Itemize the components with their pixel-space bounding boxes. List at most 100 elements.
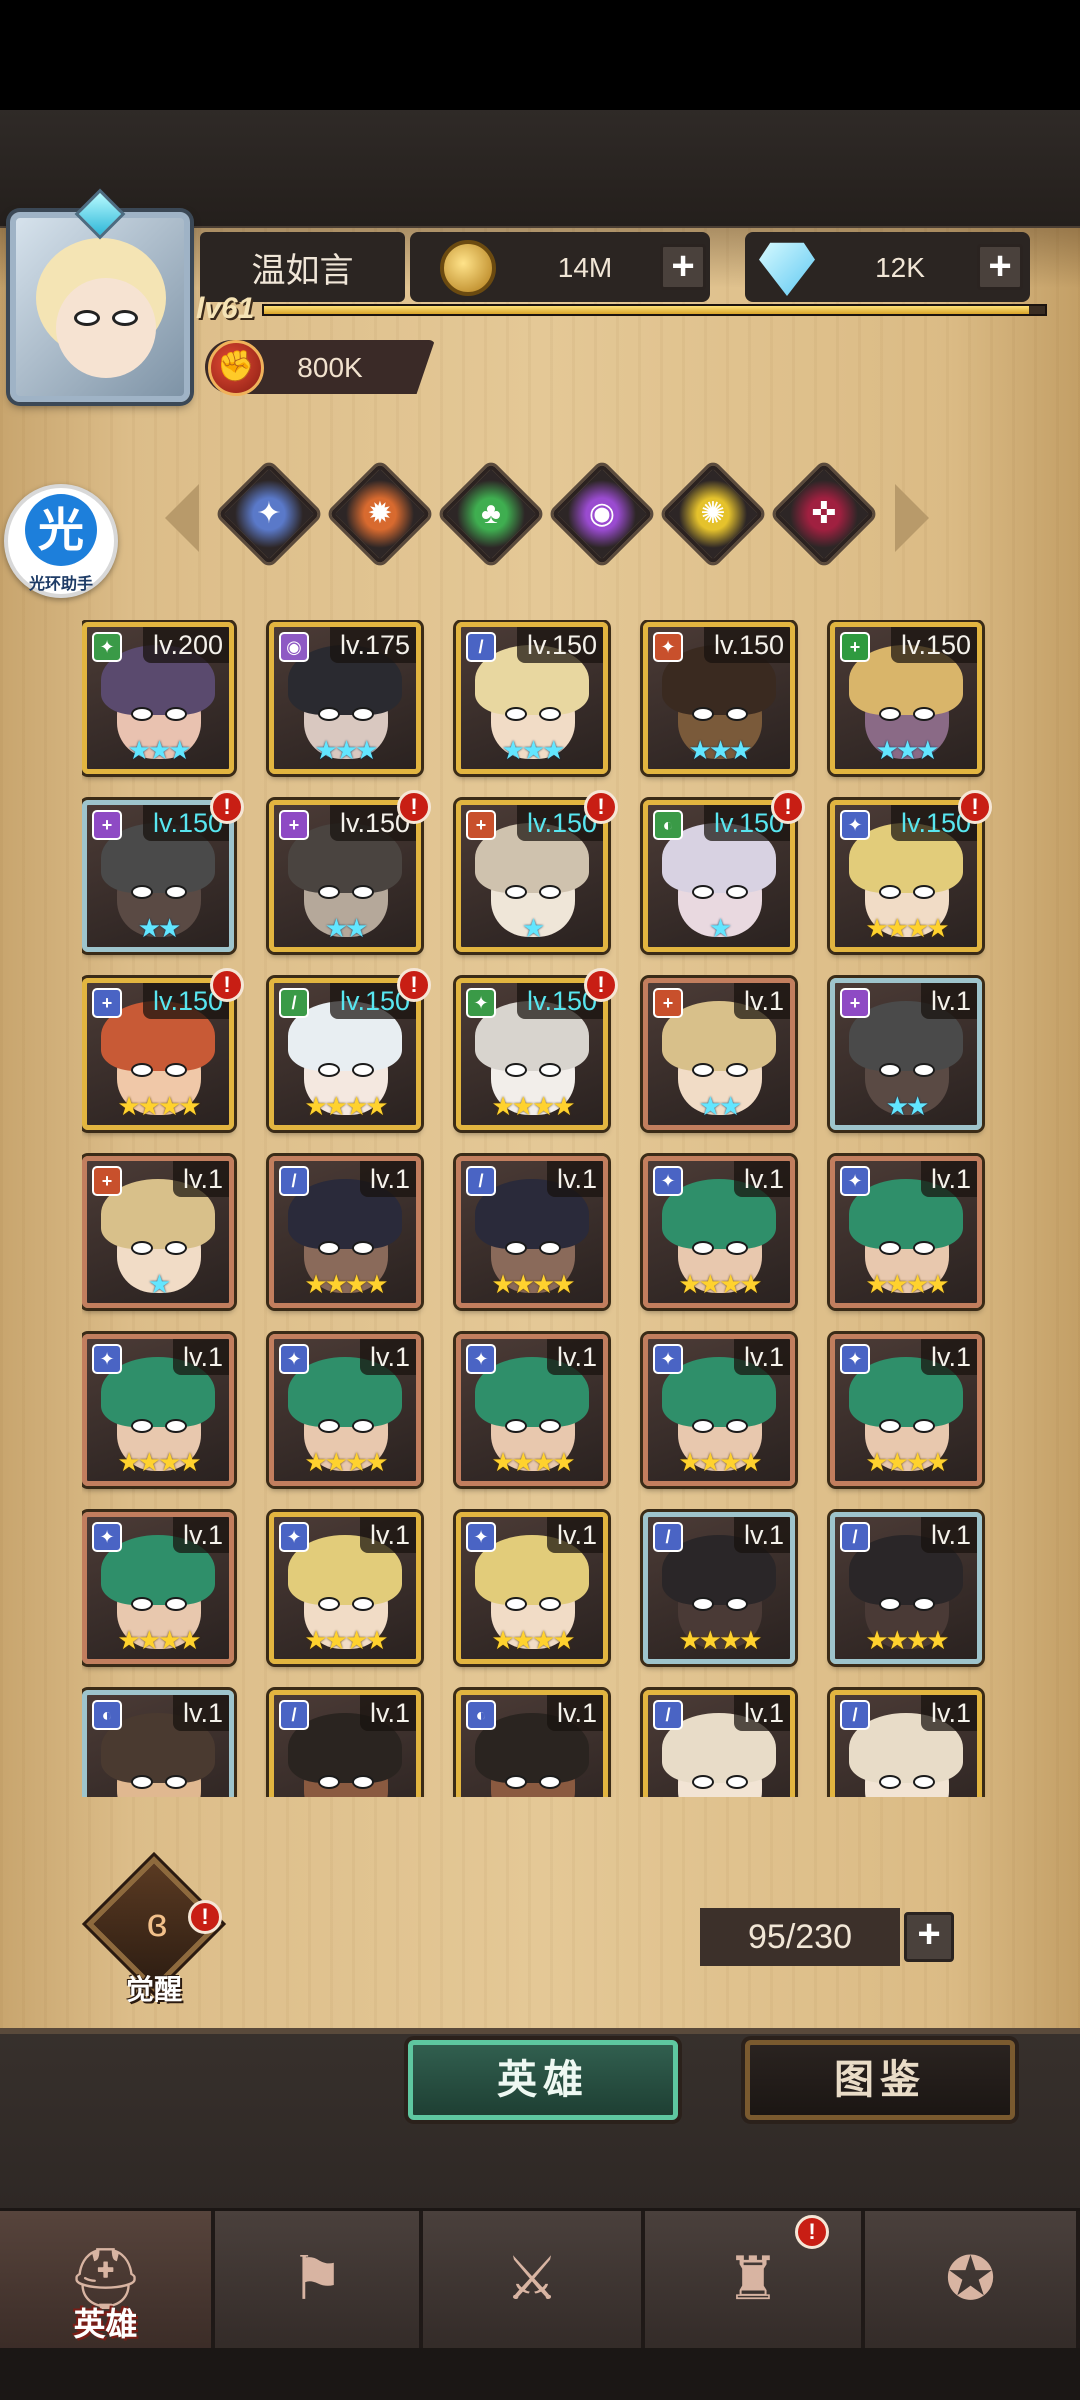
- hero-card[interactable]: + lv.1 ★: [82, 1156, 234, 1308]
- hero-card[interactable]: ✦ lv.150 ★★★: [643, 622, 795, 774]
- hero-stars: ★★★★: [865, 913, 949, 943]
- hero-eye: [165, 1419, 187, 1433]
- hero-card[interactable]: ◐ lv.150 ★: [643, 800, 795, 952]
- nav-item[interactable]: ✪: [865, 2211, 1080, 2351]
- hero-eye: [879, 885, 901, 899]
- hero-card[interactable]: + lv.150 ★★★: [830, 622, 982, 774]
- hero-eye: [505, 1775, 527, 1789]
- awaken-button[interactable]: ɞ ! 觉醒: [86, 1856, 222, 2012]
- hero-card[interactable]: / lv.1: [830, 1690, 982, 1797]
- filter-left-arrow-icon[interactable]: [165, 484, 199, 552]
- nav-item[interactable]: ⚑: [215, 2211, 423, 2351]
- hero-alert-badge: !: [397, 968, 431, 1002]
- hero-card[interactable]: ✦ lv.1 ★★★★: [830, 1156, 982, 1308]
- class-filter-4-icon[interactable]: ◉: [551, 463, 653, 565]
- class-filter-5-icon[interactable]: ✺: [662, 463, 764, 565]
- gold-coin-icon: [440, 240, 496, 296]
- hero-card[interactable]: / lv.1 ★★★★: [456, 1156, 608, 1308]
- hero-stars: ★★★★: [304, 1091, 388, 1121]
- hero-card[interactable]: / lv.1: [269, 1690, 421, 1797]
- class-filter-6-icon[interactable]: ✜: [773, 463, 875, 565]
- hero-stars: ★★★★: [865, 1625, 949, 1655]
- hero-card[interactable]: ✦ lv.1 ★★★★: [456, 1512, 608, 1664]
- hero-card[interactable]: ◐ lv.1: [456, 1690, 608, 1797]
- xp-bar: [262, 304, 1047, 316]
- hero-card[interactable]: + lv.1 ★★: [643, 978, 795, 1130]
- filter-right-arrow-icon[interactable]: [895, 484, 929, 552]
- hero-card[interactable]: ✦ lv.150 ★★★★: [456, 978, 608, 1130]
- tab-codex[interactable]: 图鉴: [745, 2040, 1015, 2120]
- helper-label: 光环助手: [28, 576, 93, 593]
- hero-alert-badge: !: [958, 790, 992, 824]
- hero-eye: [131, 1241, 153, 1255]
- hero-card[interactable]: ✦ lv.1 ★★★★: [643, 1334, 795, 1486]
- hero-card[interactable]: ✦ lv.1 ★★★★: [643, 1156, 795, 1308]
- filter-glyph: ✺: [700, 497, 726, 530]
- nav-item[interactable]: ⛑ 英雄: [0, 2211, 215, 2351]
- hero-card[interactable]: ✦ lv.1 ★★★★: [82, 1512, 234, 1664]
- filter-glyph: ✜: [811, 497, 837, 530]
- hero-eye: [165, 1775, 187, 1789]
- helper-icon: 光: [25, 494, 97, 566]
- hero-level: lv.1: [546, 1339, 603, 1375]
- hero-eye: [913, 1063, 935, 1077]
- hero-card[interactable]: + lv.150 ★★: [82, 800, 234, 952]
- hero-card[interactable]: + lv.150 ★★: [269, 800, 421, 952]
- hero-card[interactable]: + lv.150 ★★★★: [82, 978, 234, 1130]
- hero-stars: ★: [708, 913, 732, 943]
- hero-card[interactable]: / lv.1 ★★★★: [269, 1156, 421, 1308]
- hero-class-icon: /: [466, 1166, 496, 1196]
- hero-card[interactable]: / lv.150 ★★★★: [269, 978, 421, 1130]
- helper-badge[interactable]: 光 光环助手: [4, 484, 118, 598]
- hero-eye: [539, 707, 561, 721]
- add-diamond-button[interactable]: +: [977, 244, 1023, 290]
- hero-card[interactable]: + lv.150 ★: [456, 800, 608, 952]
- hero-class-icon: ✦: [653, 1166, 683, 1196]
- hero-class-icon: ✦: [279, 1522, 309, 1552]
- player-avatar[interactable]: [10, 212, 190, 402]
- hero-card[interactable]: ◐ lv.1: [82, 1690, 234, 1797]
- expand-capacity-button[interactable]: +: [904, 1912, 954, 1962]
- hero-card[interactable]: + lv.1 ★★: [830, 978, 982, 1130]
- hero-level: lv.1: [920, 1517, 977, 1553]
- hero-card[interactable]: ✦ lv.1 ★★★★: [269, 1334, 421, 1486]
- hero-class-icon: +: [92, 1166, 122, 1196]
- hero-card[interactable]: ✦ lv.1 ★★★★: [82, 1334, 234, 1486]
- hero-card[interactable]: ✦ lv.150 ★★★★: [830, 800, 982, 952]
- hero-eye: [692, 1063, 714, 1077]
- hero-alert-badge: !: [210, 790, 244, 824]
- hero-card[interactable]: ◉ lv.175 ★★★: [269, 622, 421, 774]
- hero-card[interactable]: ✦ lv.1 ★★★★: [456, 1334, 608, 1486]
- hero-class-icon: +: [279, 810, 309, 840]
- player-level: lv61: [196, 292, 255, 325]
- class-filter-2-icon[interactable]: ✹: [329, 463, 431, 565]
- hero-card[interactable]: / lv.1: [643, 1690, 795, 1797]
- add-gold-button[interactable]: +: [660, 244, 706, 290]
- hero-eye: [318, 885, 340, 899]
- hero-eye: [131, 1063, 153, 1077]
- hero-stars: ★★★★: [678, 1447, 762, 1477]
- hero-card[interactable]: ✦ lv.1 ★★★★: [269, 1512, 421, 1664]
- hero-card[interactable]: ✦ lv.1 ★★★★: [830, 1334, 982, 1486]
- hero-eye: [879, 1241, 901, 1255]
- hero-level: lv.1: [733, 1517, 790, 1553]
- hero-alert-badge: !: [771, 790, 805, 824]
- hero-card[interactable]: ✦ lv.200 ★★★: [82, 622, 234, 774]
- hero-eye: [318, 1597, 340, 1611]
- nav-item[interactable]: ⚔: [423, 2211, 645, 2351]
- hero-card[interactable]: / lv.1 ★★★★: [643, 1512, 795, 1664]
- hero-class-icon: /: [279, 988, 309, 1018]
- class-filter-1-icon[interactable]: ✦: [218, 463, 320, 565]
- hero-eye: [726, 1597, 748, 1611]
- tab-heroes[interactable]: 英雄: [408, 2040, 678, 2120]
- hero-eye: [318, 1775, 340, 1789]
- hero-eye: [318, 1419, 340, 1433]
- nav-item[interactable]: ♜!: [645, 2211, 865, 2351]
- hero-class-icon: +: [653, 988, 683, 1018]
- hero-card[interactable]: / lv.1 ★★★★: [830, 1512, 982, 1664]
- hero-stars: ★★★: [501, 735, 566, 765]
- hero-card[interactable]: / lv.150 ★★★: [456, 622, 608, 774]
- hero-eye: [165, 885, 187, 899]
- class-filter-3-icon[interactable]: ♣: [440, 463, 542, 565]
- hero-level: lv.1: [733, 983, 790, 1019]
